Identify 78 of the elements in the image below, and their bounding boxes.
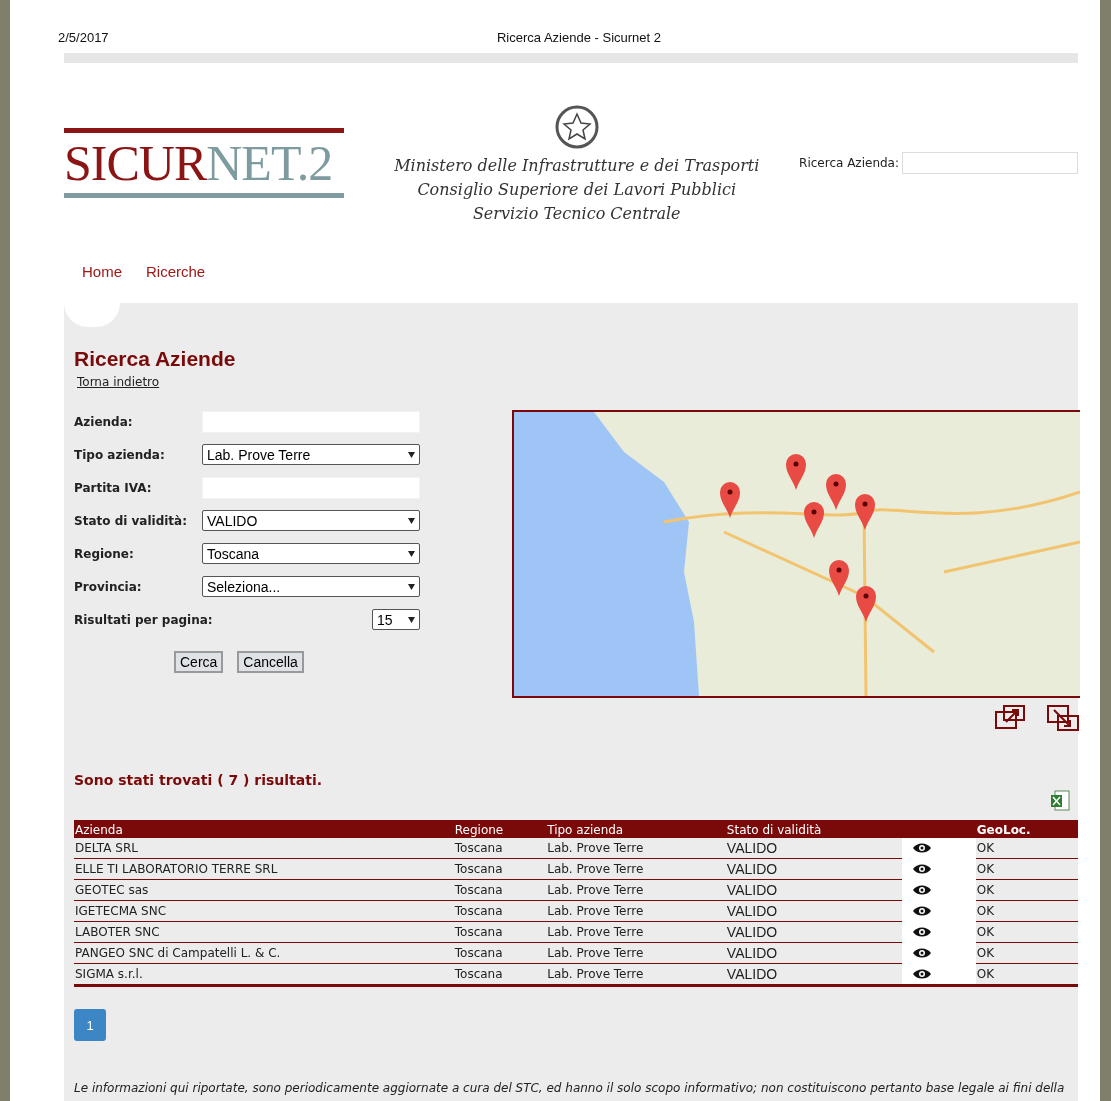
table-cell: Toscana	[453, 838, 547, 859]
select-field[interactable]: Toscana	[202, 543, 420, 564]
select-field[interactable]: Lab. Prove Terre	[202, 444, 420, 465]
eye-icon[interactable]	[912, 946, 933, 959]
table-cell: DELTA SRL	[74, 838, 454, 859]
field-label: Tipo azienda:	[74, 447, 166, 462]
table-cell: Lab. Prove Terre	[546, 879, 726, 901]
results-summary: Sono stati trovati ( 7 ) risultati.	[74, 772, 324, 788]
column-header: Azienda	[74, 820, 454, 838]
select-field[interactable]: VALIDO	[202, 510, 420, 531]
field-label: Regione:	[74, 546, 135, 561]
caret-icon	[408, 550, 415, 557]
column-header: GeoLoc.	[975, 820, 1078, 838]
table-cell: Toscana	[453, 900, 547, 922]
ministry-text: Consiglio Superiore dei Lavori Pubblici	[417, 179, 737, 201]
print-date: 2/5/2017	[58, 30, 110, 45]
eye-icon[interactable]	[912, 967, 933, 980]
back-link[interactable]: Torna indietro	[77, 375, 160, 389]
nav-link[interactable]: Home	[82, 263, 122, 303]
search-label: Ricerca Azienda:	[799, 156, 899, 170]
collapse-icon[interactable]	[1046, 704, 1080, 732]
column-header: Tipo azienda	[546, 820, 726, 838]
field-label: Stato di validità:	[74, 513, 188, 528]
sicurnet-logo: SICURNET.2	[64, 128, 345, 198]
table-cell: OK	[975, 858, 1078, 880]
field-label: Risultati per pagina:	[74, 612, 213, 627]
table-cell: OK	[975, 921, 1078, 943]
table-cell: OK	[975, 963, 1078, 986]
table-cell: Lab. Prove Terre	[546, 900, 726, 922]
table-cell: LABOTER SNC	[74, 921, 454, 943]
print-title: Ricerca Aziende - Sicurnet 2	[497, 30, 661, 45]
eye-icon[interactable]	[912, 925, 933, 938]
table-cell: Toscana	[453, 879, 547, 901]
ministry-text: Servizio Tecnico Centrale	[472, 203, 681, 225]
table-cell: Lab. Prove Terre	[546, 858, 726, 880]
expand-icon[interactable]	[994, 704, 1028, 732]
table-cell: OK	[975, 942, 1078, 964]
column-header: Regione	[453, 820, 547, 838]
table-cell: Toscana	[453, 963, 547, 986]
eye-icon[interactable]	[912, 841, 933, 854]
caret-icon	[408, 616, 415, 623]
excel-icon[interactable]	[1050, 790, 1070, 812]
table-cell: PANGEO SNC di Campatelli L. & C.	[74, 942, 454, 964]
eye-icon[interactable]	[912, 862, 933, 875]
select-field[interactable]: 15	[372, 609, 420, 630]
column-header: Stato di validità	[725, 820, 903, 838]
eye-icon[interactable]	[912, 883, 933, 896]
table-cell: Toscana	[453, 921, 547, 943]
search-field[interactable]	[902, 152, 1078, 174]
table-cell: GEOTEC sas	[74, 879, 454, 901]
nav-link[interactable]: Ricerche	[146, 263, 206, 303]
table-cell: Lab. Prove Terre	[546, 963, 726, 986]
form-button[interactable]: Cancella	[237, 651, 304, 673]
caret-icon	[408, 451, 415, 458]
ministry-text: Ministero delle Infrastrutture e dei Trasporti	[394, 155, 760, 177]
table-cell: Toscana	[453, 858, 547, 880]
caret-icon	[408, 517, 415, 524]
table-cell: ELLE TI LABORATORIO TERRE SRL	[74, 858, 454, 880]
table-cell: Lab. Prove Terre	[546, 921, 726, 943]
page-button[interactable]: 1	[74, 1009, 106, 1041]
disclaimer-text: Le informazioni qui riportate, sono periodicamente aggiornate a cura del STC, ed hanno il solo scopo informativo; non costituiscono pertanto base legale ai fini della	[74, 1081, 1066, 1097]
eye-icon[interactable]	[912, 904, 933, 917]
table-cell: IGETECMA SNC	[74, 900, 454, 922]
field-label: Provincia:	[74, 579, 143, 594]
table-cell: OK	[975, 900, 1078, 922]
form-button[interactable]: Cerca	[174, 651, 224, 673]
table-cell: SIGMA s.r.l.	[74, 963, 454, 986]
table-cell: OK	[975, 838, 1078, 859]
caret-icon	[408, 583, 415, 590]
map-drawing[interactable]	[512, 410, 1080, 698]
table-cell: OK	[975, 879, 1078, 901]
table-cell: Lab. Prove Terre	[546, 838, 726, 859]
select-field[interactable]: Seleziona...	[202, 576, 420, 597]
field-label: Partita IVA:	[74, 480, 153, 495]
field-label: Azienda:	[74, 414, 134, 429]
page-title: Ricerca Aziende	[74, 347, 237, 371]
table-cell: Toscana	[453, 942, 547, 964]
table-cell: Lab. Prove Terre	[546, 942, 726, 964]
